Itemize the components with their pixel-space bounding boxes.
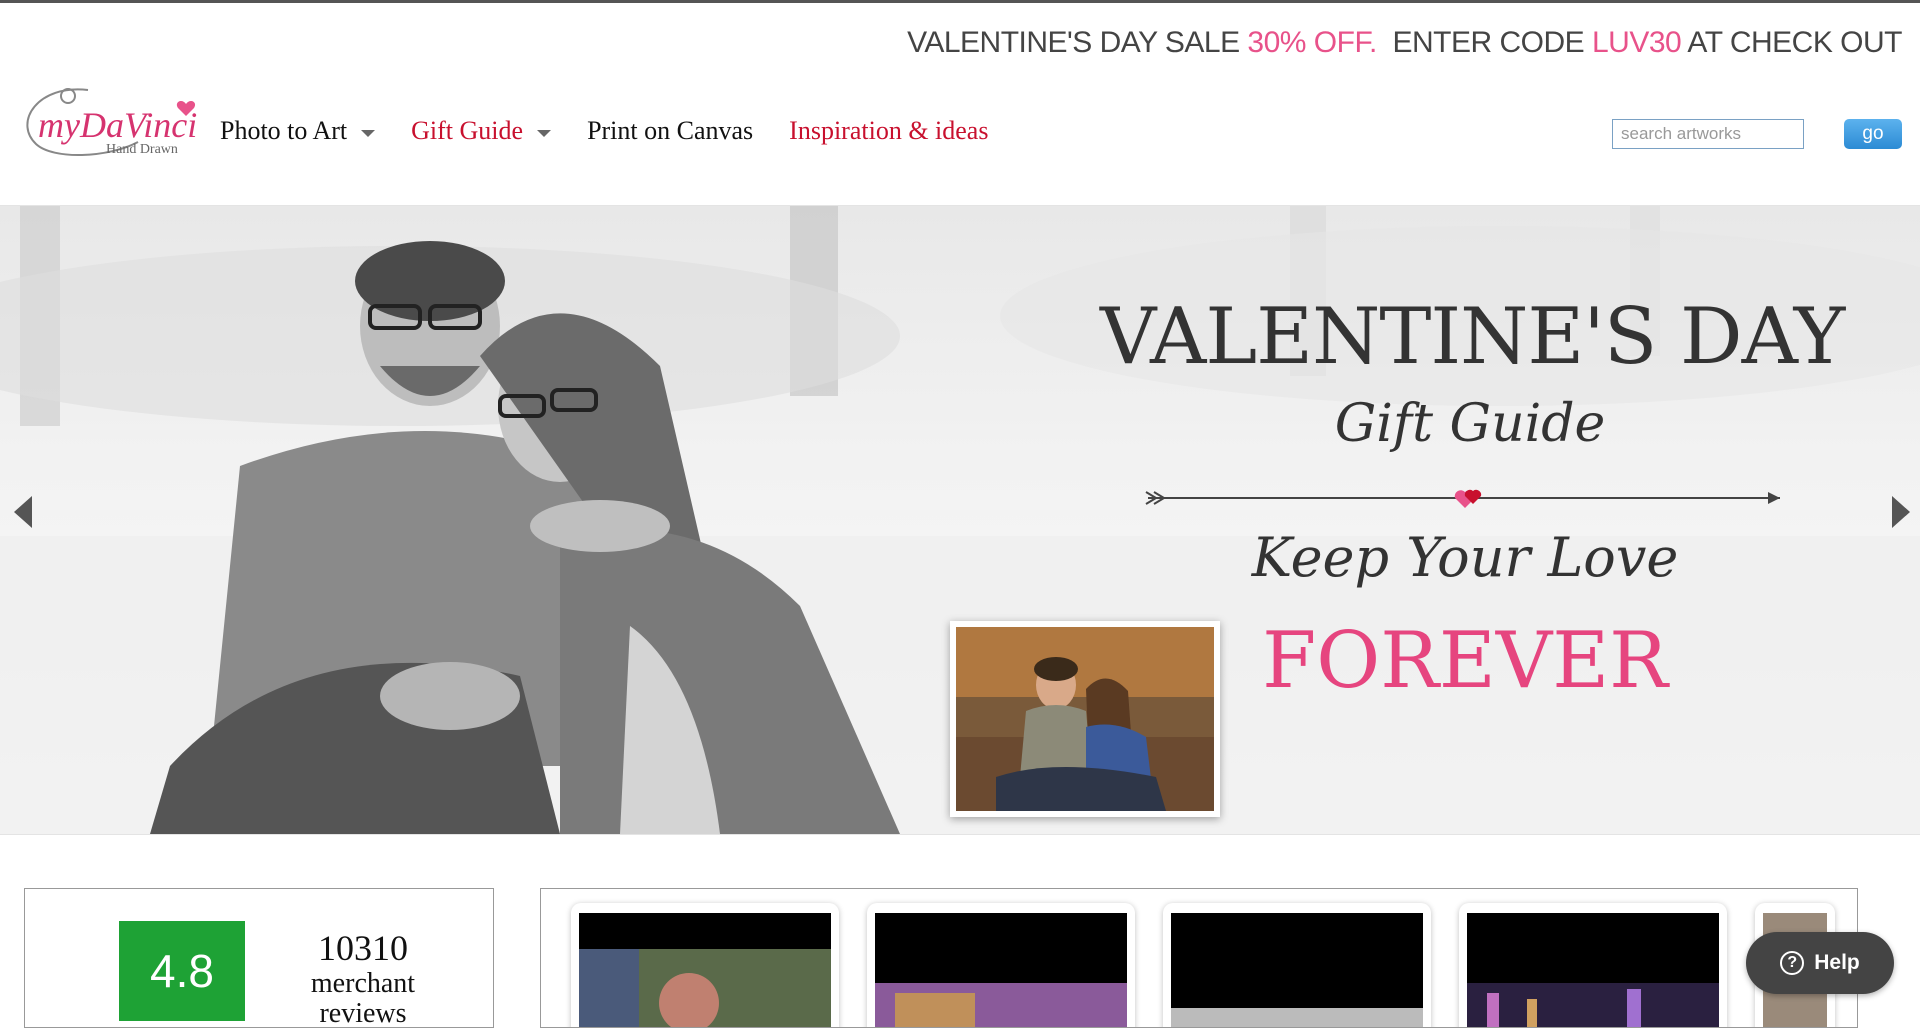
nav-print-on-canvas[interactable]: Print on Canvas xyxy=(587,116,753,146)
hero-slider: VALENTINE'S DAY Gift Guide Keep Your Lov… xyxy=(0,205,1920,835)
hero-subtitle: Gift Guide xyxy=(1334,394,1606,454)
site-logo[interactable]: myDaVinci Hand Drawn xyxy=(18,82,198,167)
arrow-heart-divider-icon xyxy=(1145,489,1780,508)
main-nav: Photo to Art Gift Guide Print on Canvas … xyxy=(220,116,1024,146)
merchant-rating-widget[interactable]: 4.8 10310 merchant reviews xyxy=(24,888,494,1029)
video-card[interactable] xyxy=(571,903,839,1027)
caret-down-icon xyxy=(361,129,376,137)
nav-photo-to-art[interactable]: Photo to Art xyxy=(220,116,376,146)
video-card[interactable] xyxy=(1163,903,1431,1027)
search-go-button[interactable]: go xyxy=(1844,119,1902,149)
promo-discount: 30% OFF. xyxy=(1247,26,1377,59)
video-preview-image xyxy=(1171,1008,1423,1027)
help-label: Help xyxy=(1814,951,1860,974)
nav-label: Photo to Art xyxy=(220,116,348,145)
video-preview-image xyxy=(1467,983,1719,1027)
hero-highlight: FOREVER xyxy=(1262,616,1668,706)
video-preview-image xyxy=(875,983,1127,1027)
chevron-left-icon xyxy=(14,496,32,528)
promo-text-2: ENTER CODE xyxy=(1376,26,1592,59)
nav-label: Inspiration & ideas xyxy=(789,116,989,145)
question-icon: ? xyxy=(1780,951,1805,975)
hero-tagline: Keep Your Love xyxy=(1251,526,1679,589)
rating-score-badge: 4.8 xyxy=(119,921,245,1021)
slider-prev-button[interactable] xyxy=(4,478,44,538)
search-input[interactable] xyxy=(1612,119,1804,149)
video-card[interactable] xyxy=(1459,903,1727,1027)
nav-gift-guide[interactable]: Gift Guide xyxy=(411,116,552,146)
caret-down-icon xyxy=(537,129,552,137)
nav-inspiration-ideas[interactable]: Inspiration & ideas xyxy=(789,116,988,146)
review-label: merchant reviews xyxy=(310,968,416,1029)
help-button[interactable]: ? Help xyxy=(1746,932,1894,994)
promo-text-3: AT CHECK OUT xyxy=(1681,26,1902,59)
promo-code: LUV30 xyxy=(1592,26,1682,59)
video-thumbnail xyxy=(579,913,831,1027)
nav-label: Print on Canvas xyxy=(587,116,754,145)
chevron-right-icon xyxy=(1892,496,1910,528)
video-thumbnail xyxy=(1171,913,1423,1027)
review-count: 10310 xyxy=(318,928,408,968)
top-border xyxy=(0,0,1920,3)
promo-text-1: VALENTINE'S DAY SALE xyxy=(907,26,1248,59)
video-preview-image xyxy=(579,949,831,1027)
slider-next-button[interactable] xyxy=(1880,478,1920,538)
promo-banner: VALENTINE'S DAY SALE 30% OFF. ENTER CODE… xyxy=(907,26,1902,60)
original-photo-thumbnail xyxy=(950,621,1220,817)
couple-photo-image xyxy=(956,627,1214,811)
video-card[interactable] xyxy=(867,903,1135,1027)
logo-brand: myDaVinci xyxy=(38,105,198,145)
video-thumbnail xyxy=(1467,913,1719,1027)
video-thumbnail xyxy=(875,913,1127,1027)
logo-tagline: Hand Drawn xyxy=(106,142,178,157)
video-testimonials-strip xyxy=(540,888,1858,1028)
nav-label: Gift Guide xyxy=(411,116,524,145)
hero-title: VALENTINE'S DAY xyxy=(1100,292,1845,382)
